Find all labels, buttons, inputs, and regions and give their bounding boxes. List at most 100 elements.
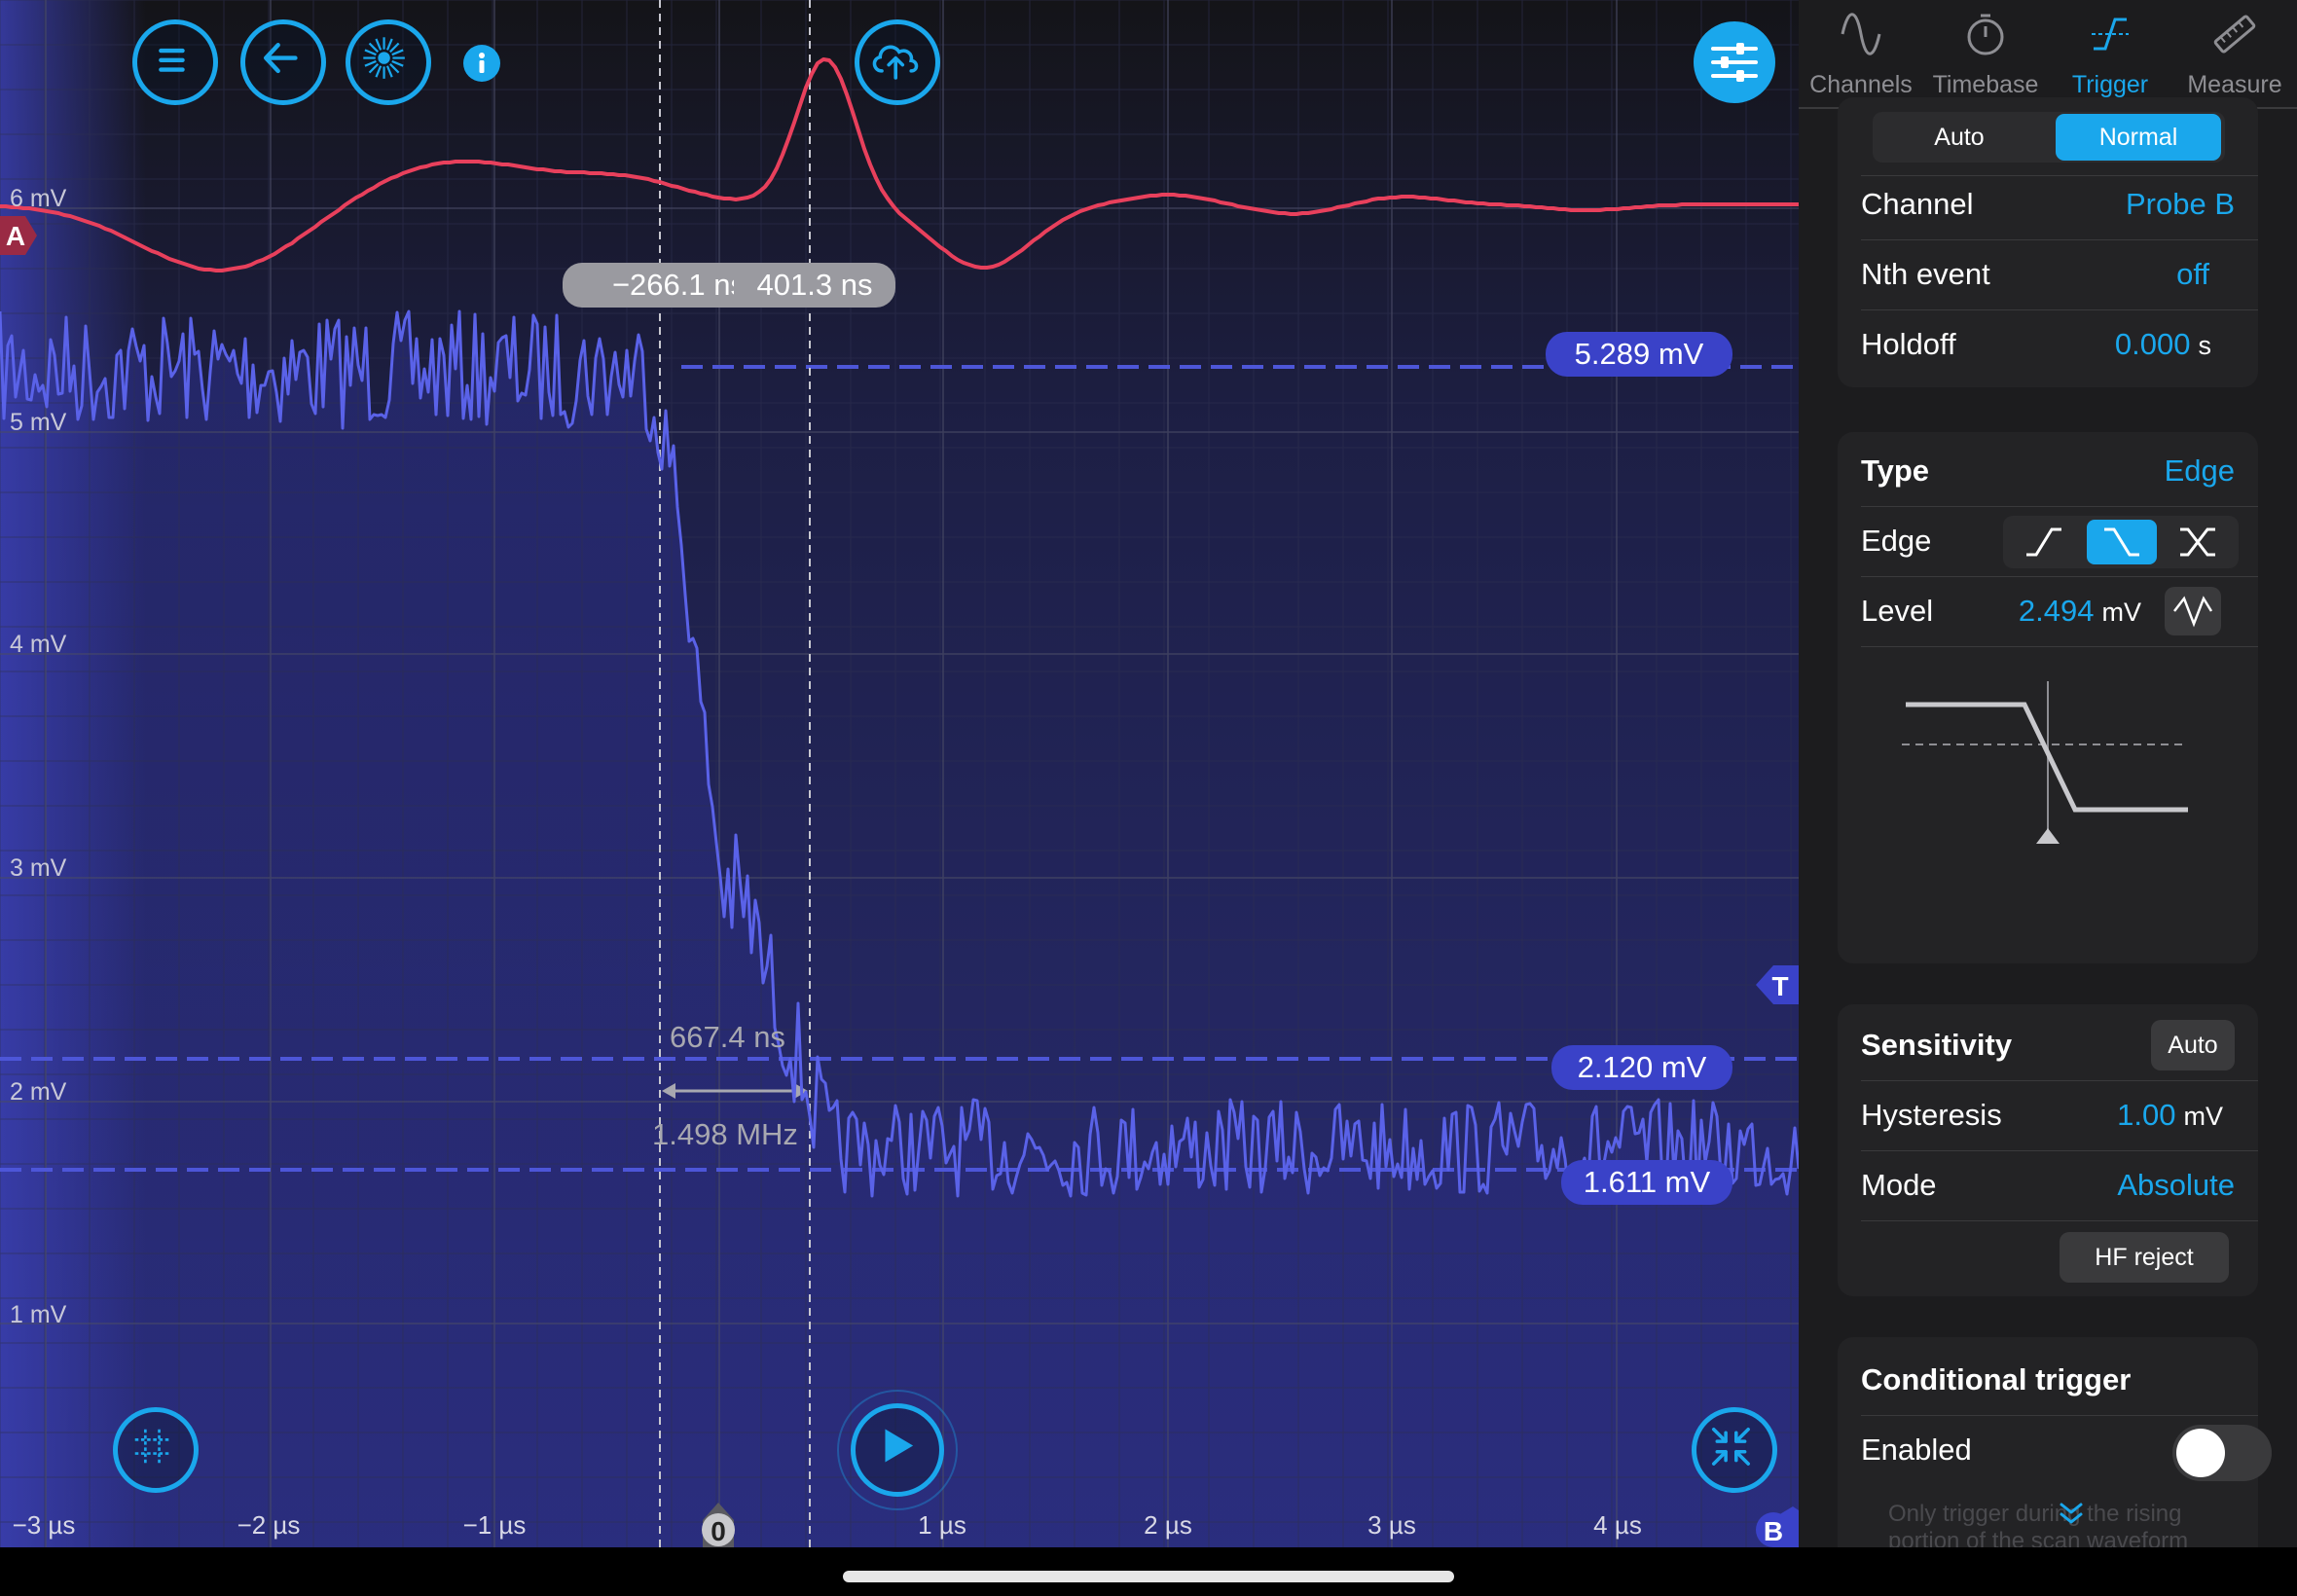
x-axis-label: −3 µs	[12, 1510, 76, 1540]
toggle-knob	[2176, 1429, 2225, 1477]
conditional-trigger-row: Conditional trigger	[1838, 1345, 2258, 1415]
settings-panel: Channels Timebase Trigger Measure Auto N…	[1799, 0, 2297, 1547]
tab-channels[interactable]: Channels	[1799, 0, 1923, 107]
mode-auto-button[interactable]: Auto	[1877, 114, 2042, 161]
level-value[interactable]: 2.494	[2019, 594, 2095, 628]
trigger-basic-card: Auto Normal Channel Probe B Nth event of…	[1838, 97, 2258, 387]
settings-sliders-button[interactable]	[1694, 21, 1775, 103]
edge-falling-button[interactable]	[2087, 520, 2157, 564]
holdoff-row[interactable]: Holdoff 0.000 s	[1838, 309, 2258, 380]
hysteresis-unit: mV	[2183, 1102, 2224, 1131]
edge-row: Edge	[1838, 506, 2258, 576]
scope-display[interactable]: A T B 0 6 mV 5 mV 4 mV 3 mV 2 mV 1 mV −3…	[0, 0, 1801, 1547]
info-button[interactable]	[463, 45, 500, 82]
falling-edge-diagram	[1902, 681, 2188, 844]
conditional-trigger-card: Conditional trigger Enabled Only trigger…	[1838, 1337, 2272, 1547]
trigger-mode-segmented[interactable]: Auto Normal	[1873, 112, 2225, 163]
level-tag-trigger[interactable]: 2.120 mV	[1551, 1045, 1732, 1090]
svg-text:T: T	[1771, 971, 1788, 1001]
trigger-point-marker	[2036, 828, 2060, 844]
nth-event-value[interactable]: off	[2176, 239, 2209, 309]
home-bar	[0, 1547, 2297, 1596]
enabled-toggle[interactable]	[2172, 1425, 2272, 1481]
x-axis-label: −1 µs	[462, 1510, 527, 1540]
x-axis-label: 2 µs	[1144, 1510, 1192, 1540]
y-axis-label: 3 mV	[10, 854, 67, 882]
home-indicator[interactable]	[843, 1571, 1454, 1582]
nth-event-row[interactable]: Nth event off	[1838, 239, 2258, 309]
level-tag-high[interactable]: 5.289 mV	[1546, 332, 1732, 377]
mode-label: Mode	[1861, 1168, 1937, 1202]
level-row[interactable]: Level 2.494 mV	[1838, 576, 2258, 646]
y-axis-label: 5 mV	[10, 409, 67, 436]
info-icon	[479, 53, 485, 73]
collapse-icon	[1711, 1427, 1750, 1466]
conditional-trigger-label: Conditional trigger	[1861, 1362, 2132, 1396]
waveform-level-icon	[2173, 596, 2213, 628]
menu-button[interactable]	[132, 19, 218, 105]
channel-value[interactable]: Probe B	[2126, 169, 2235, 239]
x-axis-label: 4 µs	[1593, 1510, 1642, 1540]
edge-rising-button[interactable]	[2009, 520, 2079, 564]
channel-label: Channel	[1861, 187, 1974, 221]
type-row[interactable]: Type Edge	[1838, 436, 2258, 506]
hysteresis-value[interactable]: 1.00	[2117, 1098, 2175, 1132]
stopwatch-icon	[1967, 14, 2004, 55]
edge-selector[interactable]	[2003, 516, 2239, 568]
tab-timebase[interactable]: Timebase	[1923, 0, 2048, 107]
falling-edge-icon	[2104, 527, 2139, 557]
trigger-edge-icon	[2092, 18, 2129, 51]
x-axis-label: 1 µs	[918, 1510, 966, 1540]
sensitivity-label: Sensitivity	[1861, 1028, 2013, 1062]
run-button[interactable]	[851, 1403, 944, 1497]
cloud-upload-button[interactable]	[855, 19, 940, 105]
edge-both-button[interactable]	[2163, 520, 2233, 564]
channel-row[interactable]: Channel Probe B	[1838, 169, 2258, 239]
cloud-upload-icon	[872, 45, 919, 80]
mode-value[interactable]: Absolute	[2117, 1150, 2235, 1220]
mode-row[interactable]: Mode Absolute	[1838, 1150, 2258, 1220]
svg-text:A: A	[6, 221, 25, 251]
enabled-label: Enabled	[1861, 1433, 1972, 1467]
cursor-right-readout[interactable]: 401.3 ns	[734, 263, 895, 308]
sine-wave-icon	[1841, 13, 1881, 55]
persistence-button[interactable]	[346, 19, 431, 105]
hysteresis-row[interactable]: Hysteresis 1.00 mV	[1838, 1080, 2258, 1150]
panel-tab-bar: Channels Timebase Trigger Measure	[1799, 0, 2297, 109]
back-button[interactable]	[240, 19, 326, 105]
level-label: Level	[1861, 594, 1934, 628]
grid-button[interactable]	[113, 1407, 199, 1493]
tab-measure[interactable]: Measure	[2172, 0, 2297, 107]
delta-frequency-readout: 1.498 MHz	[652, 1117, 798, 1151]
expand-chevron-icon[interactable]	[2056, 1499, 2087, 1530]
grid-icon	[134, 1429, 170, 1465]
edge-label: Edge	[1861, 524, 1932, 558]
holdoff-value[interactable]: 0.000	[2115, 327, 2191, 361]
svg-text:0: 0	[711, 1516, 726, 1546]
y-axis-label: 4 mV	[10, 631, 67, 658]
type-label: Type	[1861, 453, 1930, 488]
enabled-row: Enabled	[1838, 1415, 2272, 1485]
collapse-button[interactable]	[1692, 1407, 1777, 1493]
x-axis-label: −2 µs	[237, 1510, 301, 1540]
play-icon	[885, 1429, 914, 1463]
ruler-icon	[2213, 15, 2256, 54]
type-value[interactable]: Edge	[2165, 436, 2235, 506]
svg-text:B: B	[1764, 1516, 1783, 1546]
level-tag-low[interactable]: 1.611 mV	[1561, 1160, 1732, 1205]
y-axis-label: 1 mV	[10, 1301, 67, 1328]
waveform-canvas[interactable]: A T B 0	[0, 0, 1801, 1547]
x-axis-label: 3 µs	[1367, 1510, 1416, 1540]
hf-reject-button[interactable]: HF reject	[2060, 1232, 2229, 1283]
delta-time-readout: 667.4 ns	[670, 1020, 785, 1054]
level-auto-button[interactable]	[2165, 587, 2221, 635]
sensitivity-card: Sensitivity Auto Hysteresis 1.00 mV Mode …	[1838, 1004, 2258, 1296]
sliders-icon	[1711, 43, 1758, 82]
sensitivity-auto-button[interactable]: Auto	[2151, 1020, 2235, 1070]
holdoff-unit: s	[2198, 331, 2212, 360]
back-arrow-icon	[264, 43, 298, 74]
mode-normal-button[interactable]: Normal	[2056, 114, 2221, 161]
menu-icon	[159, 48, 185, 72]
cursor-left-readout[interactable]: −266.1 ns	[563, 263, 734, 308]
tab-trigger[interactable]: Trigger	[2048, 0, 2172, 107]
